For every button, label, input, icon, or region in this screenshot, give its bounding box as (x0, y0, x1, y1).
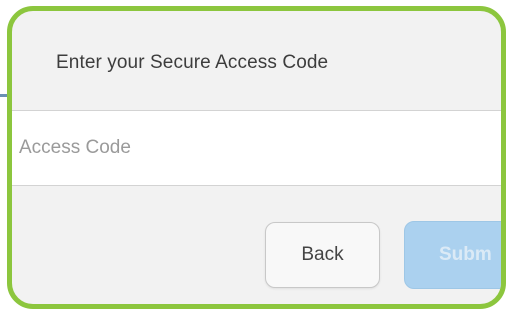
back-button[interactable]: Back (265, 222, 380, 288)
dialog-title: Enter your Secure Access Code (56, 52, 329, 73)
secure-access-dialog: Enter your Secure Access Code Back Subm (7, 6, 506, 309)
screenshot-stage: Enter your Secure Access Code Back Subm (0, 0, 513, 320)
submit-button[interactable]: Subm (404, 221, 501, 289)
access-code-input[interactable] (12, 110, 501, 186)
